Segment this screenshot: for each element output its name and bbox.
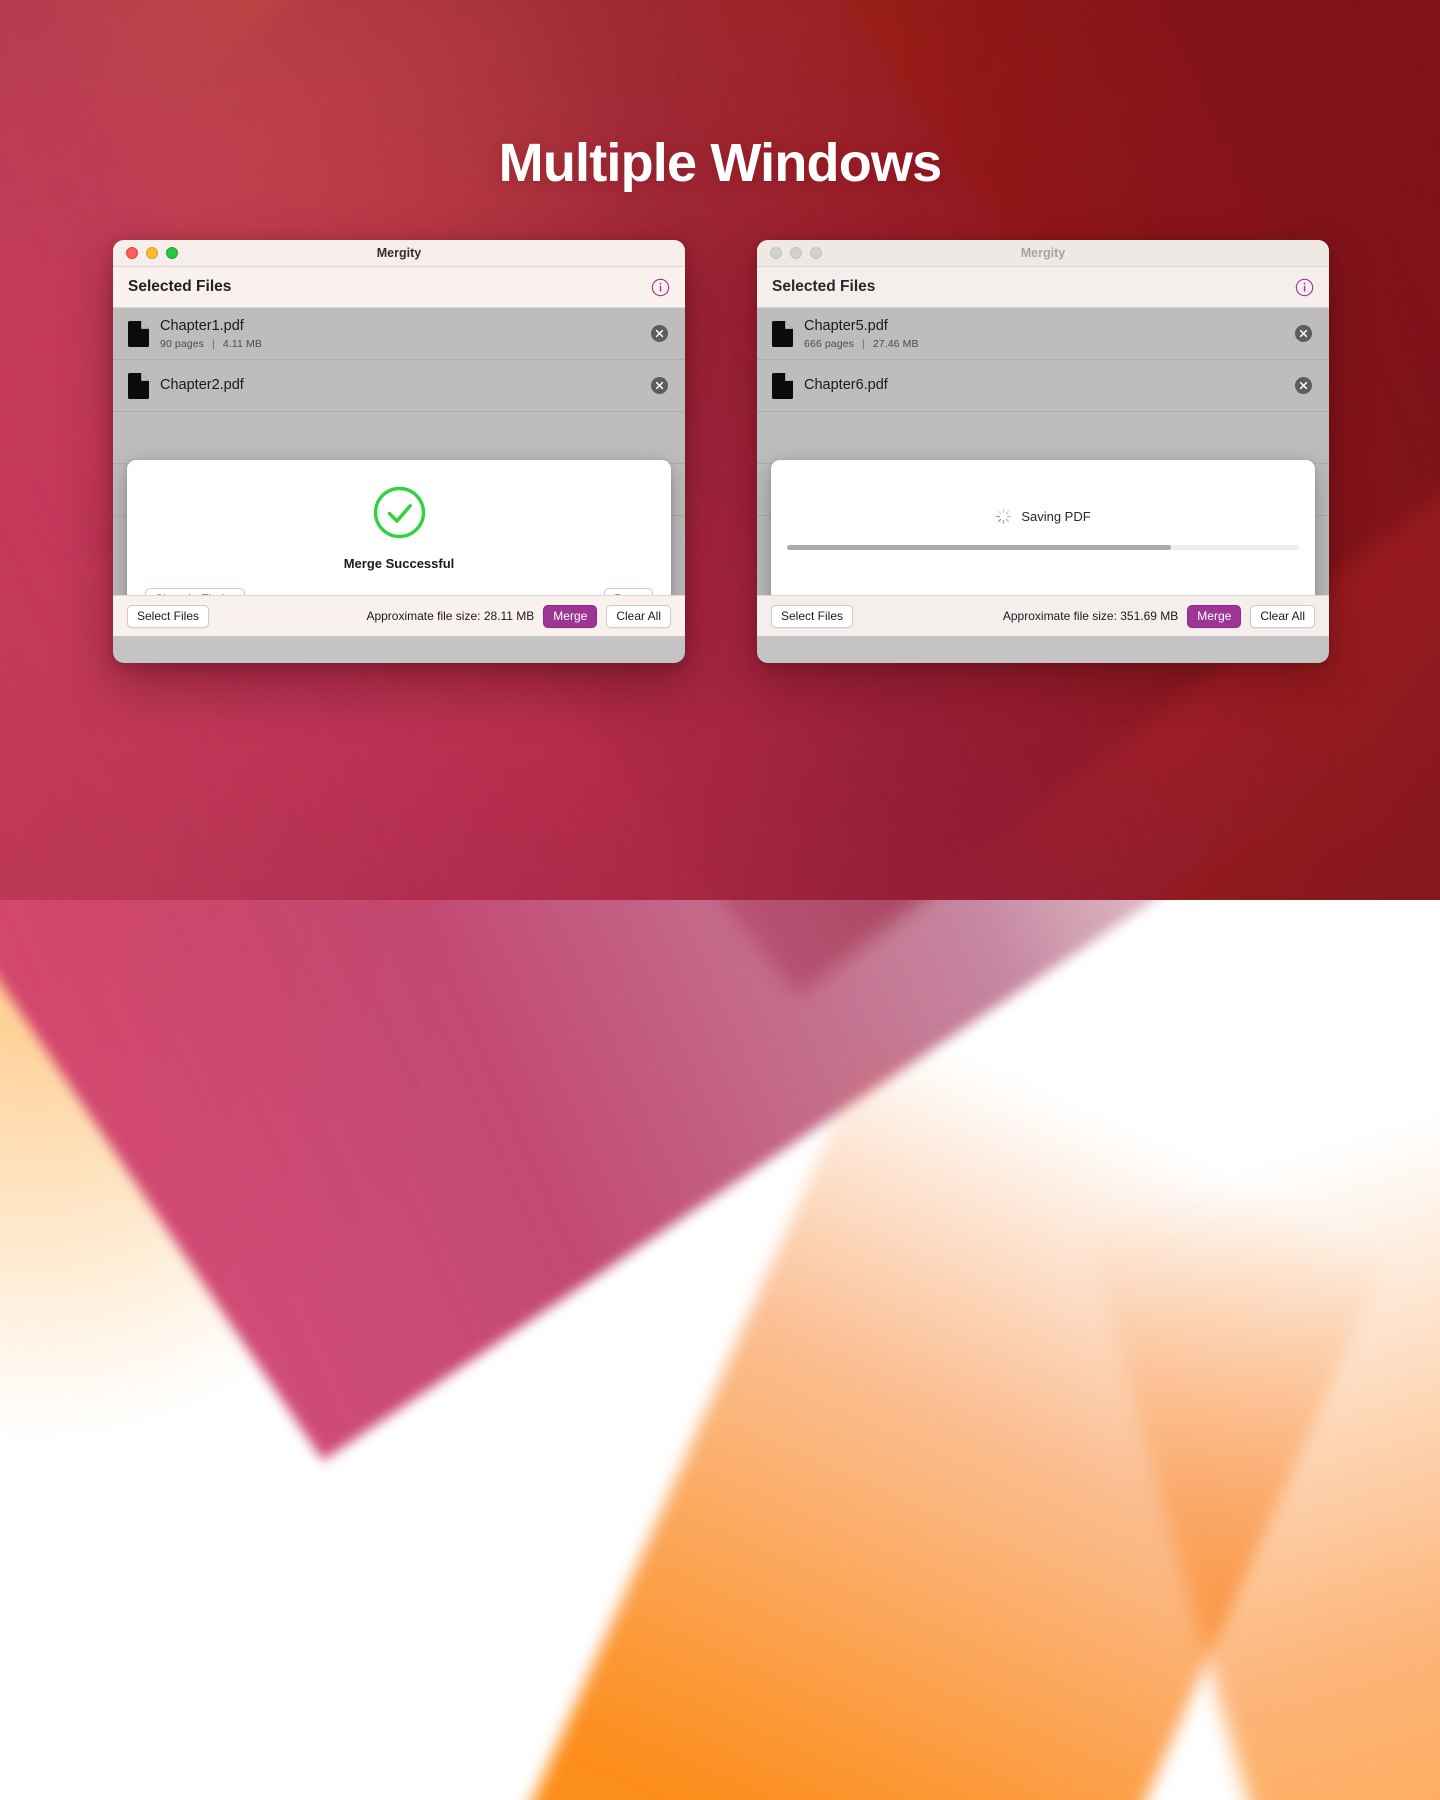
dialog-message: Merge Successful (145, 556, 653, 571)
progress-bar (787, 545, 1299, 550)
approximate-file-size: Approximate file size: 351.69 MB (1003, 609, 1178, 623)
remove-file-button[interactable] (1295, 377, 1312, 394)
info-circle-icon[interactable] (651, 278, 670, 297)
titlebar-right: Mergity (757, 240, 1329, 267)
page-title: Multiple Windows (0, 132, 1440, 194)
table-row[interactable] (113, 412, 685, 464)
header-title-left: Selected Files (128, 278, 231, 296)
header-title-right: Selected Files (772, 278, 875, 296)
maximize-button[interactable] (810, 247, 822, 259)
success-icon-wrap (145, 486, 653, 539)
document-icon (128, 321, 149, 347)
file-pages: 90 pages (160, 338, 204, 350)
merge-button[interactable]: Merge (1187, 605, 1241, 628)
traffic-lights-left (126, 247, 178, 259)
maximize-button[interactable] (166, 247, 178, 259)
file-name: Chapter6.pdf (804, 376, 1295, 394)
window-title-left: Mergity (113, 246, 685, 260)
clear-all-button[interactable]: Clear All (1250, 605, 1315, 628)
saving-label: Saving PDF (1021, 509, 1090, 524)
table-row[interactable] (757, 412, 1329, 464)
file-name: Chapter2.pdf (160, 376, 651, 394)
table-row[interactable]: Chapter2.pdf (113, 360, 685, 412)
header-left: Selected Files (113, 267, 685, 308)
titlebar-left: Mergity (113, 240, 685, 267)
table-row[interactable]: Chapter1.pdf 90 pages | 4.11 MB (113, 308, 685, 360)
document-icon (128, 373, 149, 399)
file-sub-separator: | (862, 338, 865, 350)
merge-button[interactable]: Merge (543, 605, 597, 628)
document-icon (772, 373, 793, 399)
spinner-icon (995, 508, 1012, 525)
show-in-finder-button[interactable]: Show in Finder (145, 588, 245, 595)
file-subtitle: 90 pages | 4.11 MB (160, 338, 651, 350)
table-row[interactable]: Chapter6.pdf (757, 360, 1329, 412)
file-list-right[interactable]: Chapter5.pdf 666 pages | 27.46 MB (757, 308, 1329, 595)
dialog-actions: Show in Finder Done (145, 588, 653, 595)
file-subtitle: 666 pages | 27.46 MB (804, 338, 1295, 350)
check-circle-icon (373, 486, 426, 539)
footer-right: Select Files Approximate file size: 351.… (757, 595, 1329, 636)
close-button[interactable] (126, 247, 138, 259)
merge-success-dialog[interactable]: Merge Successful Show in Finder Done (127, 460, 671, 595)
document-icon (772, 321, 793, 347)
window-title-right: Mergity (757, 246, 1329, 260)
file-size: 27.46 MB (873, 338, 919, 350)
remove-file-button[interactable] (651, 325, 668, 342)
file-name: Chapter5.pdf (804, 317, 1295, 335)
progress-bar-fill (787, 545, 1171, 550)
clear-all-button[interactable]: Clear All (606, 605, 671, 628)
footer-actions-right: Approximate file size: 351.69 MB Merge C… (1003, 605, 1315, 628)
info-circle-icon[interactable] (1295, 278, 1314, 297)
saving-progress-dialog[interactable]: Saving PDF (771, 460, 1315, 595)
file-info: Chapter2.pdf (160, 376, 651, 394)
select-files-button[interactable]: Select Files (127, 605, 209, 628)
done-button[interactable]: Done (604, 588, 653, 595)
close-button[interactable] (770, 247, 782, 259)
file-list-left[interactable]: Chapter1.pdf 90 pages | 4.11 MB (113, 308, 685, 595)
footer-actions-left: Approximate file size: 28.11 MB Merge Cl… (366, 605, 671, 628)
remove-file-button[interactable] (1295, 325, 1312, 342)
approximate-file-size: Approximate file size: 28.11 MB (366, 609, 534, 623)
header-right: Selected Files (757, 267, 1329, 308)
file-size: 4.11 MB (223, 338, 262, 350)
app-window-left[interactable]: Mergity Selected Files Chapter1.pdf 9 (113, 240, 685, 663)
file-info: Chapter1.pdf 90 pages | 4.11 MB (160, 317, 651, 349)
minimize-button[interactable] (790, 247, 802, 259)
remove-file-button[interactable] (651, 377, 668, 394)
saving-status-row: Saving PDF (771, 460, 1315, 525)
table-row[interactable]: Chapter5.pdf 666 pages | 27.46 MB (757, 308, 1329, 360)
file-sub-separator: | (212, 338, 215, 350)
file-pages: 666 pages (804, 338, 854, 350)
app-window-right[interactable]: Mergity Selected Files Chapter5.pdf 6 (757, 240, 1329, 663)
footer-left: Select Files Approximate file size: 28.1… (113, 595, 685, 636)
select-files-button[interactable]: Select Files (771, 605, 853, 628)
file-name: Chapter1.pdf (160, 317, 651, 335)
file-info: Chapter6.pdf (804, 376, 1295, 394)
file-info: Chapter5.pdf 666 pages | 27.46 MB (804, 317, 1295, 349)
traffic-lights-right (770, 247, 822, 259)
minimize-button[interactable] (146, 247, 158, 259)
